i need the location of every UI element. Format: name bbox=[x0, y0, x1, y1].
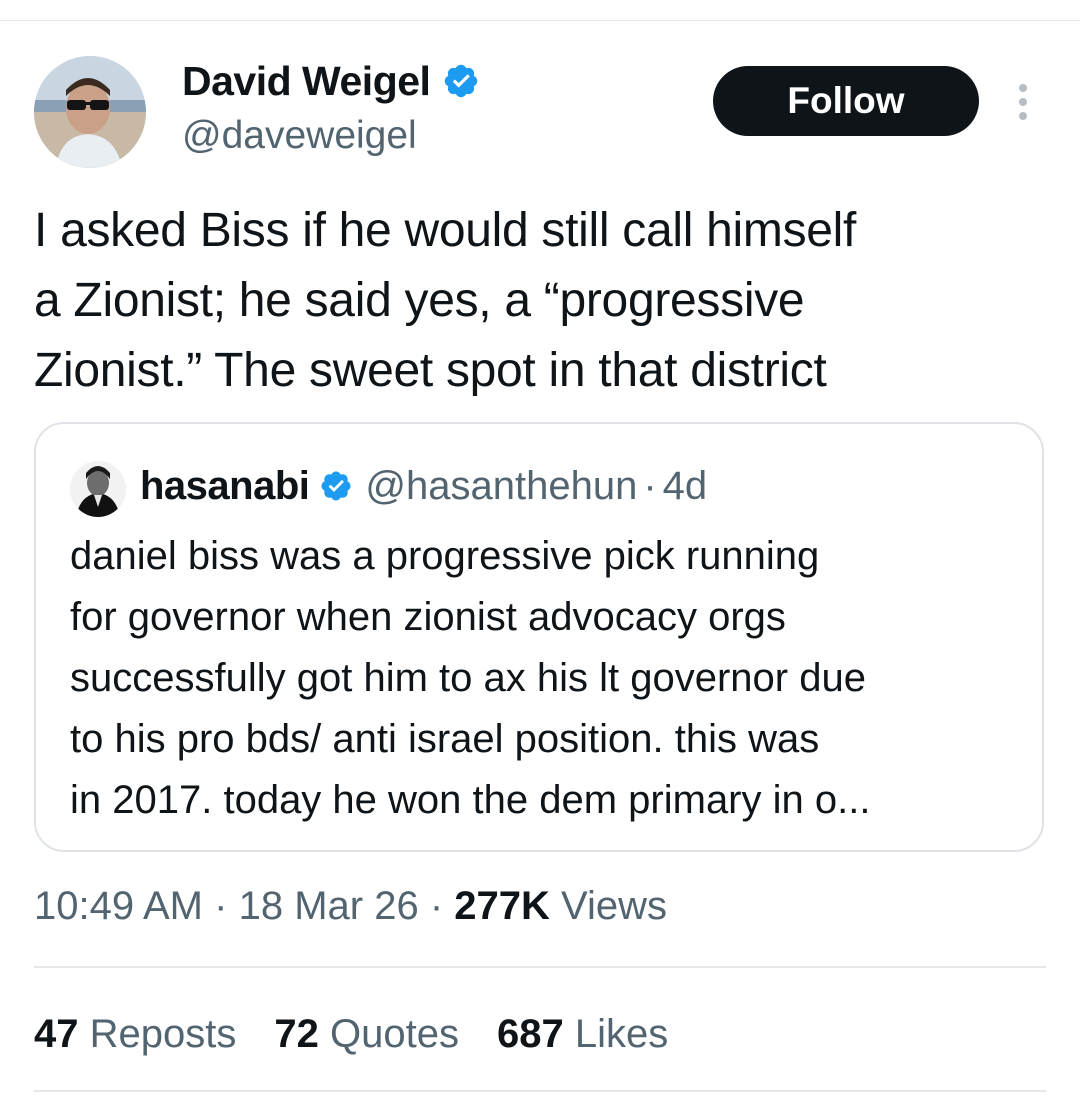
author-handle[interactable]: @daveweigel bbox=[182, 112, 417, 160]
engagement-stats: 47 Reposts 72 Quotes 687 Likes bbox=[34, 1010, 668, 1058]
views-label[interactable]: Views bbox=[561, 884, 667, 928]
author-avatar-image bbox=[34, 56, 146, 168]
likes-count: 687 bbox=[496, 1012, 564, 1056]
tweet-date[interactable]: 18 Mar 26 bbox=[239, 884, 419, 928]
author-avatar[interactable] bbox=[34, 56, 146, 168]
meta-separator: · bbox=[429, 884, 444, 928]
meta-divider bbox=[34, 966, 1046, 968]
quoted-author-avatar bbox=[70, 461, 126, 517]
quoted-header: hasanabi @hasanthehun · 4d bbox=[140, 458, 707, 514]
likes-stat[interactable]: 687 Likes bbox=[497, 1010, 668, 1058]
top-divider bbox=[0, 20, 1080, 21]
quoted-text-line: successfully got him to ax his lt govern… bbox=[70, 656, 866, 700]
quoted-separator: · bbox=[643, 463, 657, 508]
tweet-text: I asked Biss if he would still call hims… bbox=[34, 196, 1044, 406]
author-name[interactable]: David Weigel bbox=[182, 56, 431, 106]
quoted-text-line: for governor when zionist advocacy orgs bbox=[70, 595, 786, 639]
quotes-count: 72 bbox=[274, 1012, 319, 1056]
quoted-tweet-card[interactable]: hasanabi @hasanthehun · 4d daniel biss w… bbox=[34, 422, 1044, 852]
tweet-text-line: I asked Biss if he would still call hims… bbox=[34, 204, 857, 257]
quoted-text-line: daniel biss was a progressive pick runni… bbox=[70, 534, 820, 578]
quotes-label: Quotes bbox=[330, 1012, 459, 1056]
quoted-timestamp[interactable]: 4d bbox=[663, 464, 708, 509]
quoted-author-name[interactable]: hasanabi bbox=[140, 464, 310, 509]
quoted-author-handle[interactable]: @hasanthehun bbox=[365, 464, 637, 509]
tweet-meta: 10:49 AM · 18 Mar 26 · 277K Views bbox=[34, 882, 667, 930]
quoted-text-line: to his pro bds/ anti israel position. th… bbox=[70, 717, 820, 761]
reposts-stat[interactable]: 47 Reposts bbox=[34, 1010, 236, 1058]
likes-label: Likes bbox=[574, 1012, 669, 1056]
reposts-label: Reposts bbox=[89, 1012, 237, 1056]
quoted-verified-badge-icon bbox=[321, 471, 351, 501]
quoted-text-line: in 2017. today he won the dem primary in… bbox=[70, 778, 871, 822]
follow-button[interactable]: Follow bbox=[713, 66, 979, 136]
meta-separator: · bbox=[214, 884, 228, 928]
tweet-time[interactable]: 10:49 AM bbox=[34, 884, 203, 928]
stats-divider bbox=[34, 1090, 1046, 1092]
quoted-avatar-image bbox=[70, 461, 126, 517]
verified-badge-icon bbox=[445, 64, 478, 98]
reposts-count: 47 bbox=[34, 1012, 79, 1056]
tweet-text-line: Zionist.” The sweet spot in that distric… bbox=[34, 344, 827, 397]
quotes-stat[interactable]: 72 Quotes bbox=[274, 1010, 459, 1058]
views-count[interactable]: 277K bbox=[454, 884, 550, 928]
tweet-text-line: a Zionist; he said yes, a “progressive bbox=[34, 274, 805, 327]
author-name-row[interactable]: David Weigel bbox=[182, 56, 480, 106]
tweet-page: David Weigel @daveweigel Follow I asked … bbox=[0, 0, 1080, 1097]
quoted-tweet-text: daniel biss was a progressive pick runni… bbox=[70, 526, 1020, 831]
more-vertical-icon[interactable] bbox=[1010, 82, 1036, 122]
